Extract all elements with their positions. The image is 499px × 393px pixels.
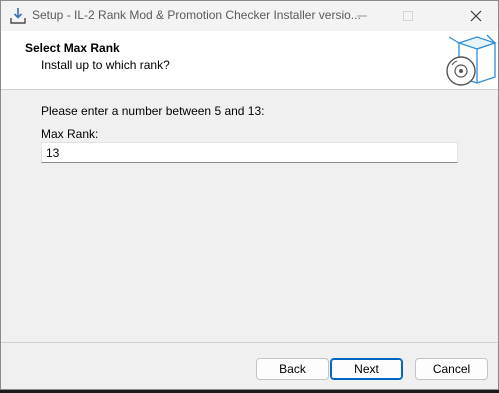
max-rank-label: Max Rank: [41,127,99,141]
wizard-footer: Back Next Cancel [1,343,498,390]
close-button[interactable] [453,1,499,31]
maximize-icon [403,11,413,21]
page-title: Select Max Rank [25,41,120,55]
minimize-button[interactable] [339,1,385,31]
installer-download-icon [9,7,27,25]
wizard-header: Select Max Rank Install up to which rank… [1,31,498,89]
close-icon [470,10,482,22]
range-prompt: Please enter a number between 5 and 13: [41,104,265,118]
title-bar[interactable]: Setup - IL-2 Rank Mod & Promotion Checke… [1,1,498,31]
page-subtitle: Install up to which rank? [41,58,170,72]
maximize-button [385,1,431,31]
setup-window: Setup - IL-2 Rank Mod & Promotion Checke… [0,0,499,390]
window-title: Setup - IL-2 Rank Mod & Promotion Checke… [32,8,361,22]
back-button[interactable]: Back [256,358,329,380]
next-button[interactable]: Next [330,358,403,380]
cancel-button[interactable]: Cancel [415,358,488,380]
box-with-disc-icon [443,33,498,87]
minimize-icon [357,15,367,17]
wizard-content: Please enter a number between 5 and 13: … [1,90,498,342]
max-rank-input[interactable]: 13 [41,142,458,163]
